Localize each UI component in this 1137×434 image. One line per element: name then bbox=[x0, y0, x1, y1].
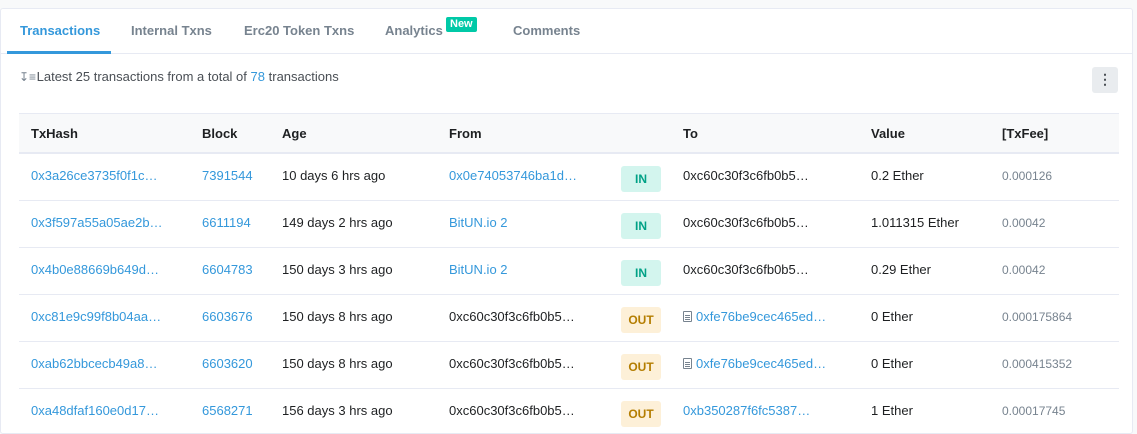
table-row: 0xab62bbcecb49a8… 6603620 150 days 8 hrs a… bbox=[19, 342, 1119, 389]
new-badge: New bbox=[446, 17, 477, 32]
value-text: 0.2 Ether bbox=[871, 168, 924, 183]
txhash-link[interactable]: 0x3f597a55a05ae2b… bbox=[31, 215, 163, 230]
to-address: 0xc60c30f3c6fb0b5… bbox=[683, 168, 809, 183]
column-header-block: Block bbox=[202, 126, 238, 141]
summary-suffix: transactions bbox=[268, 69, 339, 84]
sort-descending-icon: ↧≡ bbox=[19, 70, 37, 84]
value-text: 0.29 Ether bbox=[871, 262, 931, 277]
tab-bar: Transactions Internal Txns Erc20 Token T… bbox=[1, 9, 1132, 54]
age-text: 10 days 6 hrs ago bbox=[282, 168, 386, 183]
txhash-link[interactable]: 0xc81e9c99f8b04aa… bbox=[31, 309, 161, 324]
summary-prefix: Latest 25 transactions from a total of bbox=[36, 69, 247, 84]
transactions-card: Transactions Internal Txns Erc20 Token T… bbox=[0, 8, 1133, 434]
value-text: 0 Ether bbox=[871, 356, 913, 371]
to-cell: 0xc60c30f3c6fb0b5… bbox=[683, 168, 809, 183]
direction-badge: IN bbox=[621, 260, 661, 286]
from-address: 0xc60c30f3c6fb0b5… bbox=[449, 309, 575, 324]
column-header-to: To bbox=[683, 126, 698, 141]
direction-badge: IN bbox=[621, 213, 661, 239]
column-header-age: Age bbox=[282, 126, 307, 141]
txhash-link[interactable]: 0x4b0e88669b649d… bbox=[31, 262, 159, 277]
tab-comments[interactable]: Comments bbox=[513, 23, 580, 38]
age-text: 150 days 8 hrs ago bbox=[282, 309, 393, 324]
tab-transactions[interactable]: Transactions bbox=[20, 23, 100, 38]
column-header-txfee: [TxFee] bbox=[1002, 126, 1049, 141]
block-link[interactable]: 7391544 bbox=[202, 168, 253, 183]
to-address: 0xc60c30f3c6fb0b5… bbox=[683, 262, 809, 277]
direction-badge: OUT bbox=[621, 354, 661, 380]
more-options-button[interactable]: ⋮ bbox=[1092, 67, 1118, 93]
from-address[interactable]: 0x0e74053746ba1d… bbox=[449, 168, 577, 183]
txfee-text: 0.000415352 bbox=[1002, 357, 1073, 371]
table-body: 0x3a26ce3735f0f1c… 7391544 10 days 6 hrs a… bbox=[19, 154, 1119, 433]
to-address[interactable]: 0xfe76be9cec465ed… bbox=[696, 356, 826, 371]
tab-erc20-token-txns[interactable]: Erc20 Token Txns bbox=[244, 23, 354, 38]
tab-analytics[interactable]: Analytics bbox=[385, 23, 443, 38]
to-cell: 0xc60c30f3c6fb0b5… bbox=[683, 262, 809, 277]
to-address[interactable]: 0xb350287f6fc5387… bbox=[683, 403, 810, 418]
txhash-link[interactable]: 0xab62bbcecb49a8… bbox=[31, 356, 158, 371]
txfee-text: 0.00042 bbox=[1002, 263, 1046, 277]
value-text: 1 Ether bbox=[871, 403, 913, 418]
contract-icon bbox=[683, 311, 692, 322]
direction-badge: IN bbox=[621, 166, 661, 192]
to-cell: 0xc60c30f3c6fb0b5… bbox=[683, 215, 809, 230]
vertical-ellipsis-icon: ⋮ bbox=[1098, 71, 1112, 87]
to-cell: 0xfe76be9cec465ed… bbox=[683, 309, 826, 324]
tab-internal-txns[interactable]: Internal Txns bbox=[131, 23, 212, 38]
to-address[interactable]: 0xfe76be9cec465ed… bbox=[696, 309, 826, 324]
txfee-text: 0.000126 bbox=[1002, 169, 1053, 183]
transactions-summary: ↧≡ Latest 25 transactions from a total o… bbox=[19, 69, 339, 84]
summary-total-link[interactable]: 78 bbox=[251, 69, 265, 84]
column-header-txhash: TxHash bbox=[31, 126, 78, 141]
from-address[interactable]: BitUN.io 2 bbox=[449, 215, 508, 230]
from-address: 0xc60c30f3c6fb0b5… bbox=[449, 403, 575, 418]
block-link[interactable]: 6603676 bbox=[202, 309, 253, 324]
txfee-text: 0.00042 bbox=[1002, 216, 1046, 230]
column-header-value: Value bbox=[871, 126, 905, 141]
txhash-link[interactable]: 0x3a26ce3735f0f1c… bbox=[31, 168, 157, 183]
block-link[interactable]: 6604783 bbox=[202, 262, 253, 277]
from-address: 0xc60c30f3c6fb0b5… bbox=[449, 356, 575, 371]
block-link[interactable]: 6568271 bbox=[202, 403, 253, 418]
table-row: 0xa48dfaf160e0d17… 6568271 156 days 3 hrs … bbox=[19, 389, 1119, 433]
contract-icon bbox=[683, 358, 692, 369]
direction-badge: OUT bbox=[621, 307, 661, 333]
table-row: 0xc81e9c99f8b04aa… 6603676 150 days 8 hrs … bbox=[19, 295, 1119, 342]
direction-badge: OUT bbox=[621, 401, 661, 427]
to-cell: 0xb350287f6fc5387… bbox=[683, 403, 810, 418]
age-text: 156 days 3 hrs ago bbox=[282, 403, 393, 418]
table-row: 0x4b0e88669b649d… 6604783 150 days 3 hrs a… bbox=[19, 248, 1119, 295]
from-address[interactable]: BitUN.io 2 bbox=[449, 262, 508, 277]
age-text: 149 days 2 hrs ago bbox=[282, 215, 393, 230]
block-link[interactable]: 6603620 bbox=[202, 356, 253, 371]
age-text: 150 days 3 hrs ago bbox=[282, 262, 393, 277]
to-cell: 0xfe76be9cec465ed… bbox=[683, 356, 826, 371]
transactions-table: TxHash Block Age From To Value [TxFee] 0… bbox=[19, 113, 1119, 433]
txhash-link[interactable]: 0xa48dfaf160e0d17… bbox=[31, 403, 159, 418]
table-header: TxHash Block Age From To Value [TxFee] bbox=[19, 113, 1119, 154]
block-link[interactable]: 6611194 bbox=[202, 215, 251, 230]
txfee-text: 0.00017745 bbox=[1002, 404, 1066, 418]
active-tab-indicator bbox=[7, 51, 111, 54]
age-text: 150 days 8 hrs ago bbox=[282, 356, 393, 371]
table-row: 0x3a26ce3735f0f1c… 7391544 10 days 6 hrs a… bbox=[19, 154, 1119, 201]
value-text: 1.011315 Ether bbox=[871, 215, 959, 230]
value-text: 0 Ether bbox=[871, 309, 913, 324]
column-header-from: From bbox=[449, 126, 482, 141]
txfee-text: 0.000175864 bbox=[1002, 310, 1073, 324]
to-address: 0xc60c30f3c6fb0b5… bbox=[683, 215, 809, 230]
table-row: 0x3f597a55a05ae2b… 6611194 149 days 2 hrs … bbox=[19, 201, 1119, 248]
